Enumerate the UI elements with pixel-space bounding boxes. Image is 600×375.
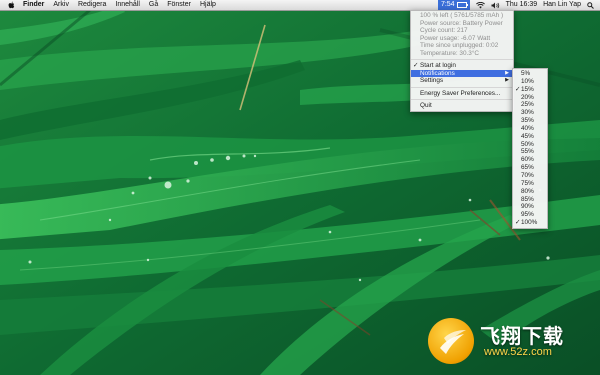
menu-item-quit[interactable]: Quit <box>411 102 513 110</box>
checkmark-icon: ✓ <box>515 219 521 227</box>
threshold-label: 85% <box>521 195 534 203</box>
battery-info-power-usage: Power usage: -6.07 Watt <box>420 34 491 42</box>
notification-threshold-item[interactable]: 90% <box>513 203 547 211</box>
battery-icon <box>456 2 468 8</box>
battery-menu: 100 % left ( 5761/5785 mAh ) Power sourc… <box>410 10 514 112</box>
menu-item-label: Settings <box>420 77 444 84</box>
menu-ga[interactable]: Gå <box>149 0 158 10</box>
notification-threshold-item[interactable]: 75% <box>513 180 547 188</box>
menu-redigera[interactable]: Redigera <box>78 0 106 10</box>
notification-threshold-item[interactable]: 60% <box>513 156 547 164</box>
notification-threshold-item[interactable]: 80% <box>513 188 547 196</box>
threshold-label: 45% <box>521 132 534 140</box>
user-name[interactable]: Han Lin Yap <box>543 0 581 10</box>
notification-threshold-item[interactable]: ✓ 15% <box>513 86 547 94</box>
notification-threshold-item[interactable]: 30% <box>513 109 547 117</box>
battery-info-charge: 100 % left ( 5761/5785 mAh ) <box>420 12 504 19</box>
threshold-label: 60% <box>521 156 534 164</box>
threshold-label: 70% <box>521 171 534 179</box>
menu-finder[interactable]: Finder <box>23 0 44 10</box>
menu-separator <box>411 59 513 60</box>
threshold-label: 75% <box>521 179 534 187</box>
menu-fonster[interactable]: Fönster <box>167 0 191 10</box>
menu-item-label: Start at login <box>420 62 456 69</box>
battery-status-item[interactable]: 7:54 <box>437 0 470 10</box>
menu-item-energy-saver[interactable]: Energy Saver Preferences... <box>411 90 513 98</box>
notification-threshold-item[interactable]: 25% <box>513 101 547 109</box>
notification-threshold-item[interactable]: 70% <box>513 172 547 180</box>
submenu-arrow-icon: ▶ <box>505 77 509 83</box>
battery-info-cycle-count: Cycle count: 217 <box>420 27 468 34</box>
menu-arkiv[interactable]: Arkiv <box>53 0 69 10</box>
menu-item-settings[interactable]: Settings ▶ <box>411 77 513 85</box>
menu-item-start-at-login[interactable]: ✓ Start at login <box>411 62 513 70</box>
wifi-icon[interactable] <box>475 1 485 9</box>
threshold-label: 20% <box>521 93 534 101</box>
apple-icon[interactable] <box>8 1 15 9</box>
battery-time: 7:54 <box>440 1 455 8</box>
submenu-arrow-icon: ▶ <box>505 69 509 76</box>
notification-threshold-item[interactable]: 35% <box>513 117 547 125</box>
battery-info-power-source: Power source: Battery Power <box>420 19 503 27</box>
threshold-label: 65% <box>521 164 534 172</box>
checkmark-icon: ✓ <box>515 85 521 93</box>
threshold-label: 80% <box>521 187 534 195</box>
threshold-label: 10% <box>521 77 534 85</box>
threshold-label: 5% <box>521 70 531 77</box>
notification-threshold-item[interactable]: 10% <box>513 78 547 86</box>
notification-threshold-item[interactable]: 95% <box>513 211 547 219</box>
battery-info-time-unplugged: Time since unplugged: 0:02 <box>420 42 499 49</box>
threshold-label: 15% <box>521 85 534 93</box>
threshold-label: 40% <box>521 124 534 132</box>
notification-threshold-item[interactable]: 40% <box>513 125 547 133</box>
menu-item-notifications[interactable]: Notifications ▶ <box>411 69 513 77</box>
threshold-label: 55% <box>521 148 534 156</box>
watermark-brand: 飞翔下载 <box>480 326 564 348</box>
menu-hjalp[interactable]: Hjälp <box>200 0 216 10</box>
menu-separator <box>411 99 513 100</box>
menu-separator <box>411 86 513 88</box>
notification-threshold-item[interactable]: 45% <box>513 133 547 141</box>
notification-threshold-item[interactable]: 20% <box>513 94 547 102</box>
watermark-url: www.52z.com <box>484 346 552 358</box>
clock[interactable]: Thu 16:39 <box>506 0 538 10</box>
watermark: 飞翔下载 www.52z.com <box>428 318 598 370</box>
notification-threshold-item[interactable]: 85% <box>513 196 547 204</box>
threshold-label: 100% <box>521 219 538 227</box>
threshold-label: 50% <box>521 140 534 148</box>
battery-info-temperature: Temperature: 30.3°C <box>420 49 480 57</box>
menu-innehall[interactable]: Innehåll <box>115 0 140 10</box>
spotlight-icon[interactable] <box>587 1 594 9</box>
menu-item-label: Notifications <box>420 69 455 77</box>
notifications-submenu: 5% 10% ✓ 15% 20% 25% 30% 35% 40% 45% 50% 55% 60% 65% 7… <box>512 68 548 229</box>
menu-extras: 7:54 Thu 16:39 Han Lin Yap <box>437 0 600 10</box>
threshold-label: 95% <box>521 211 534 219</box>
watermark-logo <box>428 318 474 364</box>
notification-threshold-item[interactable]: ✓ 100% <box>513 219 547 227</box>
notification-threshold-item[interactable]: 55% <box>513 148 547 156</box>
notification-threshold-item[interactable]: 50% <box>513 141 547 149</box>
notification-threshold-item[interactable]: 65% <box>513 164 547 172</box>
threshold-label: 90% <box>521 203 534 211</box>
checkmark-icon: ✓ <box>413 62 419 69</box>
notification-threshold-item[interactable]: 5% <box>513 70 547 78</box>
threshold-label: 35% <box>521 117 534 125</box>
volume-icon[interactable] <box>491 2 500 9</box>
threshold-label: 30% <box>521 109 534 117</box>
threshold-label: 25% <box>521 101 534 109</box>
